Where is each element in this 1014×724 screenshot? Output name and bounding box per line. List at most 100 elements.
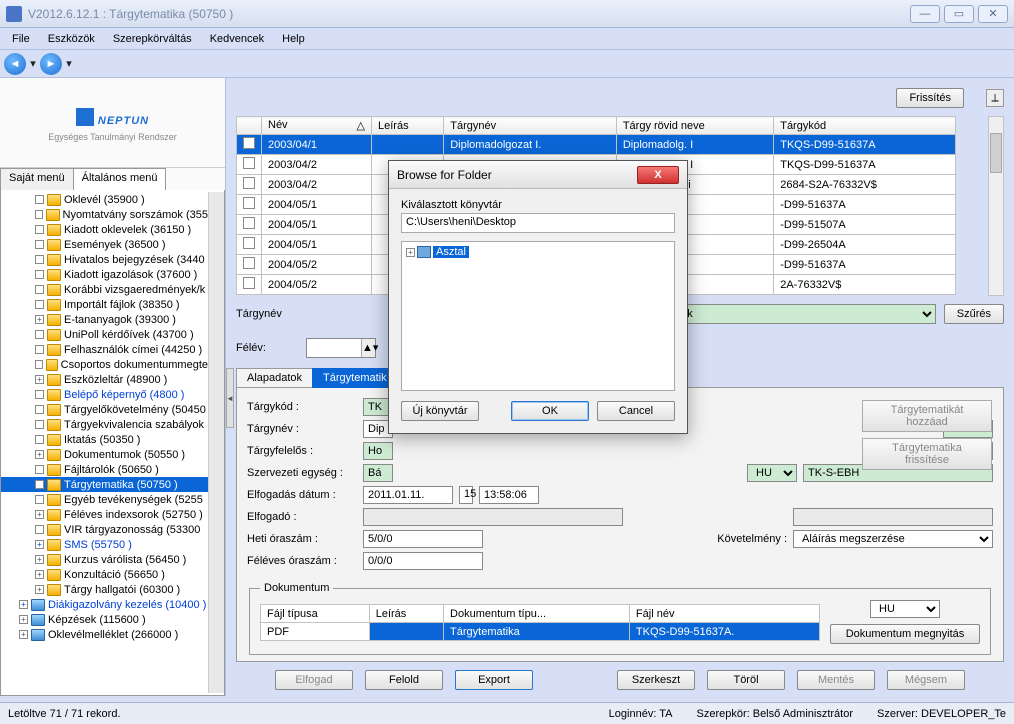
tree-item[interactable]: Belépő képernyő (4800 ) (1, 387, 208, 402)
sidebar-tab-own[interactable]: Saját menü (0, 168, 74, 190)
tree-item[interactable]: +Eszközleltár (48900 ) (1, 372, 208, 387)
tab-targytematik[interactable]: Tárgytematik (312, 368, 398, 388)
pin-button[interactable]: ⟂ (986, 89, 1004, 107)
tree-expander-icon[interactable] (35, 495, 44, 504)
tree-expander-icon[interactable] (35, 225, 44, 234)
btn-mentes[interactable]: Mentés (797, 670, 875, 690)
row-checkbox[interactable] (243, 237, 255, 249)
add-thematic-button[interactable]: Tárgytematikát hozzáad (862, 400, 992, 432)
open-document-button[interactable]: Dokumentum megnyitás (830, 624, 980, 644)
tree-item[interactable]: +Dokumentumok (50550 ) (1, 447, 208, 462)
select-kovetelmeny[interactable]: Aláírás megszerzése (793, 530, 993, 548)
refresh-button[interactable]: Frissítés (896, 88, 964, 108)
menu-file[interactable]: File (4, 31, 38, 47)
tree-item[interactable]: +Tárgy hallgatói (60300 ) (1, 582, 208, 597)
update-thematic-button[interactable]: Tárgytematika frissítése (862, 438, 992, 470)
tree-item[interactable]: Nyomtatvány sorszámok (355 (1, 207, 208, 222)
tree-expander-icon[interactable]: + (35, 555, 44, 564)
nav-back-button[interactable]: ◄ (4, 53, 26, 75)
input-elfogadas-time[interactable] (479, 486, 539, 504)
tree-item[interactable]: Oklevél (35900 ) (1, 192, 208, 207)
tree-expander-icon[interactable] (35, 405, 44, 414)
new-folder-button[interactable]: Új könyvtár (401, 401, 479, 421)
semester-spinner[interactable]: ▲▾ (306, 338, 376, 358)
tree-expander-icon[interactable] (35, 360, 43, 369)
tree-expander-icon[interactable] (35, 255, 44, 264)
grid-header[interactable]: Név △ (262, 117, 372, 135)
btn-export[interactable]: Export (455, 670, 533, 690)
tree-item[interactable]: +SMS (55750 ) (1, 537, 208, 552)
nav-forward-button[interactable]: ► (40, 53, 62, 75)
tree-expander-icon[interactable] (35, 195, 44, 204)
tree-item[interactable]: Fájltárolók (50650 ) (1, 462, 208, 477)
tree-expander-icon[interactable] (35, 345, 44, 354)
folder-expander[interactable]: + (406, 248, 415, 257)
tree-expander-icon[interactable] (35, 240, 44, 249)
doku-h0[interactable]: Fájl típusa (261, 605, 370, 623)
tree-item[interactable]: Hivatalos bejegyzések (3440 (1, 252, 208, 267)
tree-expander-icon[interactable] (35, 480, 44, 489)
tree-item[interactable]: Tárgytematika (50750 ) (1, 477, 208, 492)
tree-expander-icon[interactable] (35, 420, 44, 429)
doku-h2[interactable]: Dokumentum típu... (444, 605, 630, 623)
doku-row[interactable]: PDF Tárgytematika TKQS-D99-51637A. (261, 623, 820, 641)
row-checkbox[interactable] (243, 197, 255, 209)
window-minimize-button[interactable]: — (910, 5, 940, 23)
tree-item[interactable]: Korábbi vizsgaeredmények/k (1, 282, 208, 297)
menu-help[interactable]: Help (274, 31, 313, 47)
tree-item[interactable]: Események (36500 ) (1, 237, 208, 252)
filter-button[interactable]: Szűrés (944, 304, 1004, 324)
grid-header[interactable]: Leírás (372, 117, 444, 135)
tree-item[interactable]: VIR tárgyazonosság (53300 (1, 522, 208, 537)
tree-expander-icon[interactable] (35, 435, 44, 444)
input-targyfelelos[interactable] (363, 442, 393, 460)
menu-rolechange[interactable]: Szerepkörváltás (105, 31, 200, 47)
tree-item[interactable]: Importált fájlok (38350 ) (1, 297, 208, 312)
window-close-button[interactable]: ✕ (978, 5, 1008, 23)
tree-item[interactable]: UniPoll kérdőívek (43700 ) (1, 327, 208, 342)
tree-expander-icon[interactable] (35, 390, 44, 399)
input-heti[interactable] (363, 530, 483, 548)
nav-forward-dropdown[interactable]: ▾ (64, 57, 74, 70)
tree-expander-icon[interactable]: + (35, 450, 44, 459)
grid-header[interactable] (237, 117, 262, 135)
tree-expander-icon[interactable]: + (35, 510, 44, 519)
grid-scrollbar[interactable] (988, 116, 1004, 296)
folder-node-asztal[interactable]: Asztal (433, 246, 469, 258)
datepicker-icon[interactable]: 15 (459, 486, 473, 504)
doku-lang-select[interactable]: HU (870, 600, 940, 618)
dialog-close-button[interactable]: X (637, 166, 679, 184)
tree-item[interactable]: Kiadott igazolások (37600 ) (1, 267, 208, 282)
tree-expander-icon[interactable] (35, 525, 44, 534)
grid-header[interactable]: Tárgykód (774, 117, 956, 135)
tree-item[interactable]: Kiadott oklevelek (36150 ) (1, 222, 208, 237)
tree-expander-icon[interactable] (35, 270, 44, 279)
tree-expander-icon[interactable]: + (35, 540, 44, 549)
btn-megsem[interactable]: Mégsem (887, 670, 965, 690)
btn-elfogad[interactable]: Elfogad (275, 670, 353, 690)
tree-expander-icon[interactable]: + (35, 375, 44, 384)
menu-favorites[interactable]: Kedvencek (202, 31, 272, 47)
sidebar-tab-general[interactable]: Általános menü (73, 168, 167, 190)
input-elfogadas-date[interactable] (363, 486, 453, 504)
tab-basicdata[interactable]: Alapadatok (236, 368, 313, 388)
lang-select-3[interactable]: HU (747, 464, 797, 482)
row-checkbox[interactable] (243, 137, 255, 149)
tree-expander-icon[interactable] (35, 330, 44, 339)
grid-row[interactable]: 2003/04/1Diplomadolgozat I.Diplomadolg. … (237, 135, 956, 155)
row-checkbox[interactable] (243, 217, 255, 229)
tree-item[interactable]: Csoportos dokumentummegte (1, 357, 208, 372)
row-checkbox[interactable] (243, 157, 255, 169)
tree-item[interactable]: Iktatás (50350 ) (1, 432, 208, 447)
tree-item[interactable]: Egyéb tevékenységek (5255 (1, 492, 208, 507)
input-feleves[interactable] (363, 552, 483, 570)
doku-h3[interactable]: Fájl név (629, 605, 819, 623)
grid-header[interactable]: Tárgy rövid neve (616, 117, 773, 135)
row-checkbox[interactable] (243, 257, 255, 269)
tree-item[interactable]: +E-tananyagok (39300 ) (1, 312, 208, 327)
dialog-cancel-button[interactable]: Cancel (597, 401, 675, 421)
doku-h1[interactable]: Leírás (369, 605, 443, 623)
nav-back-dropdown[interactable]: ▾ (28, 57, 38, 70)
menu-tools[interactable]: Eszközök (40, 31, 103, 47)
btn-torol[interactable]: Töröl (707, 670, 785, 690)
